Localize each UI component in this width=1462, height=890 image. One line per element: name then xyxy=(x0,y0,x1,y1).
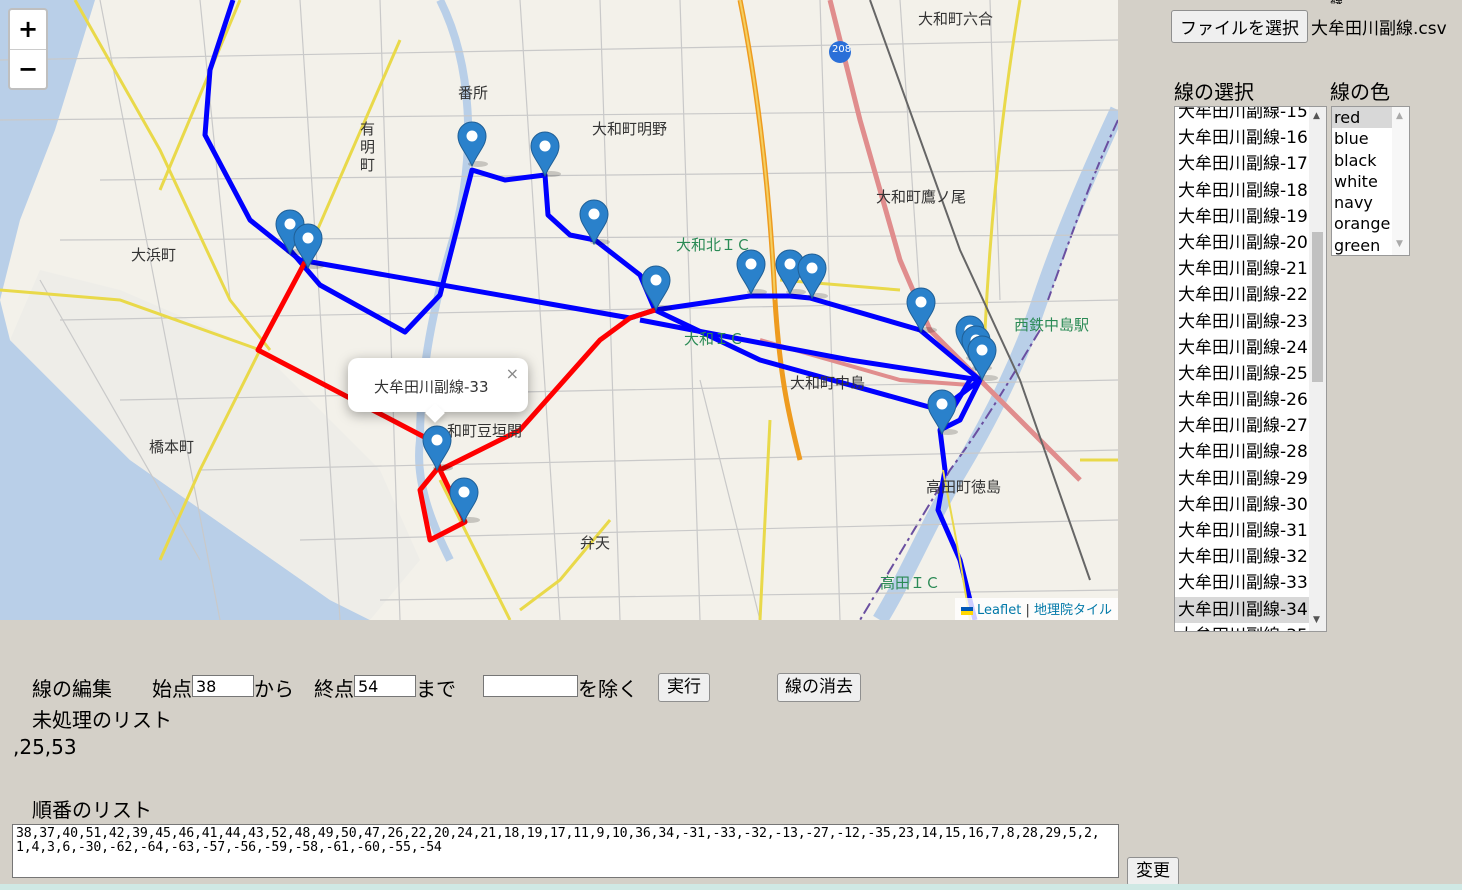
map-label: 弁天 xyxy=(580,534,611,552)
popup-close-button[interactable]: × xyxy=(506,364,519,383)
list-item[interactable]: 大牟田川副線-32 xyxy=(1175,544,1326,570)
start-point-input[interactable]: 38 xyxy=(192,675,254,697)
map-label: 西鉄中島駅 xyxy=(1014,316,1090,334)
map-label: 番所 xyxy=(458,84,489,102)
color-list-scrollbar[interactable]: ▲ ▼ xyxy=(1392,107,1409,255)
list-item[interactable]: 大牟田川副線-27 xyxy=(1175,413,1326,439)
list-item[interactable]: 大牟田川副線-29 xyxy=(1175,466,1326,492)
map-marker[interactable] xyxy=(796,252,828,300)
map-marker[interactable] xyxy=(966,334,998,382)
unprocessed-label: 未処理のリスト xyxy=(32,708,172,732)
map-marker[interactable] xyxy=(529,130,561,178)
list-item[interactable]: 大牟田川副線-28 xyxy=(1175,439,1326,465)
list-item[interactable]: 大牟田川副線-18 xyxy=(1175,178,1326,204)
map-tiles xyxy=(0,0,1118,620)
zoom-control: + − xyxy=(8,8,48,90)
map-marker[interactable] xyxy=(421,424,453,472)
start-label: 始点 xyxy=(152,677,192,701)
map-label: 大和町鷹ノ尾 xyxy=(876,188,967,206)
order-list-textarea[interactable]: 38,37,40,51,42,39,45,46,41,44,43,52,48,4… xyxy=(12,824,1119,878)
map-marker[interactable] xyxy=(578,198,610,246)
ukraine-flag-icon xyxy=(961,606,974,615)
map-label: 高田町徳島 xyxy=(926,478,1002,496)
change-button[interactable]: 変更 xyxy=(1127,857,1179,886)
list-item[interactable]: 大牟田川副線-21 xyxy=(1175,256,1326,282)
to-label: まで xyxy=(416,677,456,701)
line-select-header: 線の選択 xyxy=(1174,80,1254,104)
list-item[interactable]: 大牟田川副線-30 xyxy=(1175,492,1326,518)
map-marker[interactable] xyxy=(905,286,937,334)
map-marker[interactable] xyxy=(448,476,480,524)
map-marker[interactable] xyxy=(456,120,488,168)
edit-section-label: 線の編集 xyxy=(32,677,112,701)
end-label: 終点 xyxy=(314,677,354,701)
line-color-list[interactable]: red blue black white navy orange green ▲… xyxy=(1331,106,1410,256)
zoom-in-button[interactable]: + xyxy=(10,10,46,49)
popup-text: 大牟田川副線-33 xyxy=(374,378,489,396)
exclude-input[interactable] xyxy=(483,675,578,697)
list-item[interactable]: 大牟田川副線-20 xyxy=(1175,230,1326,256)
map-popup: 大牟田川副線-33 × xyxy=(348,358,528,423)
list-item[interactable]: 大牟田川副線-25 xyxy=(1175,361,1326,387)
list-item[interactable]: 大牟田川副線-35 xyxy=(1175,623,1326,631)
scroll-thumb[interactable] xyxy=(1312,232,1323,382)
list-item[interactable]: 大牟田川副線-24 xyxy=(1175,335,1326,361)
map-marker[interactable] xyxy=(292,222,324,270)
zoom-out-button[interactable]: − xyxy=(10,49,46,88)
choose-file-button[interactable]: ファイルを選択 xyxy=(1171,10,1308,43)
run-button[interactable]: 実行 xyxy=(658,673,710,702)
list-item[interactable]: 大牟田川副線-26 xyxy=(1175,387,1326,413)
bottom-strip xyxy=(0,884,1462,890)
gsi-tiles-link[interactable]: 地理院タイル xyxy=(1034,603,1112,618)
exclude-label: を除く xyxy=(578,677,638,701)
file-section-label: 線 xyxy=(1330,0,1343,4)
list-item[interactable]: 大牟田川副線-16 xyxy=(1175,125,1326,151)
list-item[interactable]: 大牟田川副線-31 xyxy=(1175,518,1326,544)
map-marker[interactable] xyxy=(640,264,672,312)
unprocessed-value: ,25,53 xyxy=(13,735,77,759)
map-marker[interactable] xyxy=(735,248,767,296)
map-label: 大和町中島 xyxy=(790,374,866,392)
list-item[interactable]: 大牟田川副線-23 xyxy=(1175,309,1326,335)
end-point-input[interactable]: 54 xyxy=(354,675,416,697)
scroll-up-icon[interactable]: ▲ xyxy=(1313,111,1320,121)
map-marker[interactable] xyxy=(926,388,958,436)
list-item-selected[interactable]: 大牟田川副線-34 xyxy=(1175,596,1326,623)
scroll-up-icon[interactable]: ▲ xyxy=(1396,111,1403,121)
order-label: 順番のリスト xyxy=(32,798,152,822)
list-item[interactable]: 大牟田川副線-17 xyxy=(1175,151,1326,177)
map-label: 和町豆垣開 xyxy=(447,422,523,440)
line-select-list[interactable]: 大牟田川副線-15 大牟田川副線-16 大牟田川副線-17 大牟田川副線-18 … xyxy=(1174,106,1327,632)
map-label: 大浜町 xyxy=(131,246,177,264)
scroll-down-icon[interactable]: ▼ xyxy=(1313,615,1320,625)
map-attribution: Leaflet | 地理院タイル xyxy=(955,598,1118,620)
file-name: 大牟田川副線.csv xyxy=(1311,19,1447,39)
list-item[interactable]: 大牟田川副線-15 xyxy=(1175,107,1326,125)
list-scrollbar[interactable]: ▲ ▼ xyxy=(1309,107,1326,631)
map-label: 大和ＩＣ xyxy=(684,330,745,348)
list-item[interactable]: 大牟田川副線-22 xyxy=(1175,282,1326,308)
map-label: 橋本町 xyxy=(149,438,195,456)
leaflet-link[interactable]: Leaflet xyxy=(977,603,1021,618)
attribution-separator: | xyxy=(1025,603,1030,618)
list-item[interactable]: 大牟田川副線-33 xyxy=(1175,570,1326,596)
scroll-down-icon[interactable]: ▼ xyxy=(1396,239,1403,249)
map-label: 有明町 xyxy=(360,120,376,174)
delete-line-button[interactable]: 線の消去 xyxy=(777,673,861,702)
map-view[interactable]: 大和町六合 番所 大和町明野 大和町鷹ノ尾 大浜町 有明町 大和北ＩＣ 西鉄中島… xyxy=(0,0,1118,620)
line-color-header: 線の色 xyxy=(1330,80,1390,104)
map-label: 高田ＩＣ xyxy=(880,574,941,592)
map-label: 大和町六合 xyxy=(918,10,994,28)
route-shield-label: 208 xyxy=(832,44,852,55)
map-label: 大和町明野 xyxy=(592,120,668,138)
from-label: から xyxy=(254,677,294,701)
list-item[interactable]: 大牟田川副線-19 xyxy=(1175,204,1326,230)
